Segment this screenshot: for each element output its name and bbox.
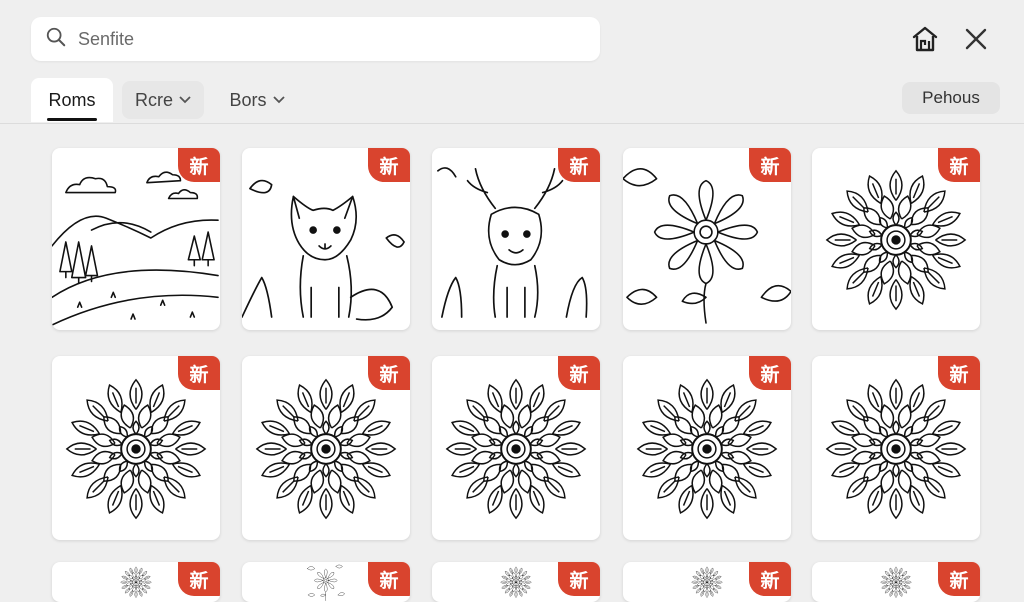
tab-label: Rcre: [134, 89, 173, 110]
new-badge: 新: [368, 562, 410, 596]
new-badge: 新: [749, 356, 791, 390]
coloring-card[interactable]: 新: [52, 356, 220, 540]
home-icon[interactable]: [908, 22, 942, 56]
new-badge: 新: [368, 356, 410, 390]
category-tabs: Roms Rcre Bors: [0, 78, 1024, 124]
new-badge: 新: [178, 562, 220, 596]
coloring-card[interactable]: 新: [623, 562, 791, 602]
new-badge: 新: [558, 562, 600, 596]
coloring-card[interactable]: 新: [242, 562, 410, 602]
search-icon: [45, 26, 67, 53]
coloring-card[interactable]: 新: [52, 562, 220, 602]
new-badge: 新: [938, 148, 980, 182]
new-badge: 新: [558, 148, 600, 182]
coloring-card[interactable]: 新: [812, 562, 980, 602]
close-icon[interactable]: [959, 22, 993, 56]
coloring-card[interactable]: 新: [623, 356, 791, 540]
tab-bors[interactable]: Bors: [214, 81, 300, 119]
tab-label: Roms: [48, 89, 96, 110]
right-action-label: Pehous: [922, 88, 980, 107]
coloring-card[interactable]: 新: [52, 148, 220, 330]
coloring-card[interactable]: 新: [242, 148, 410, 330]
new-badge: 新: [178, 356, 220, 390]
new-badge: 新: [938, 562, 980, 596]
tab-rcre[interactable]: Rcre: [122, 81, 204, 119]
new-badge: 新: [178, 148, 220, 182]
search-bar[interactable]: [31, 17, 600, 61]
search-input[interactable]: [76, 27, 560, 51]
tab-label: Bors: [229, 89, 267, 110]
coloring-card[interactable]: 新: [623, 148, 791, 330]
chevron-down-icon: [272, 96, 285, 104]
new-badge: 新: [558, 356, 600, 390]
right-action-button[interactable]: Pehous: [902, 82, 1000, 114]
coloring-card[interactable]: 新: [812, 148, 980, 330]
coloring-card[interactable]: 新: [432, 562, 600, 602]
new-badge: 新: [368, 148, 410, 182]
coloring-card[interactable]: 新: [432, 148, 600, 330]
new-badge: 新: [938, 356, 980, 390]
chevron-down-icon: [179, 96, 191, 104]
new-badge: 新: [749, 562, 791, 596]
new-badge: 新: [749, 148, 791, 182]
tab-roms[interactable]: Roms: [31, 78, 113, 122]
coloring-card[interactable]: 新: [812, 356, 980, 540]
coloring-card[interactable]: 新: [242, 356, 410, 540]
coloring-card[interactable]: 新: [432, 356, 600, 540]
